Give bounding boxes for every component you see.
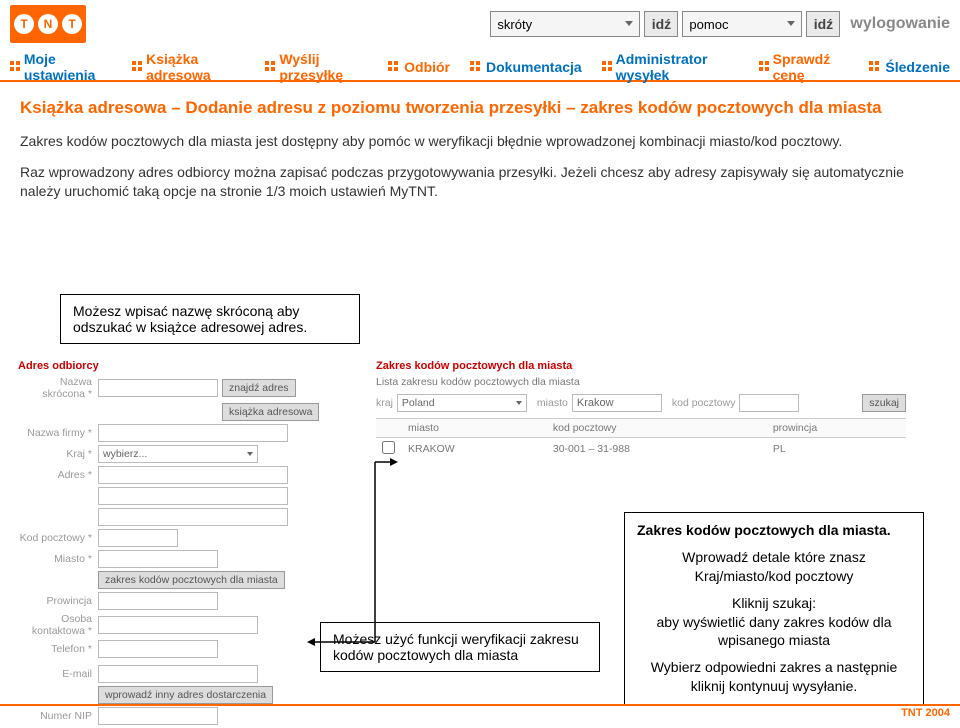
range-section-title: Zakres kodów pocztowych dla miasta: [376, 360, 906, 372]
label-company: Nazwa firmy *: [18, 427, 98, 439]
callout3-line3: aby wyświetlić dany zakres kodów dla wpi…: [637, 613, 911, 651]
col-province: prowincja: [767, 419, 906, 438]
nav-address-book[interactable]: Książka adresowa: [122, 51, 255, 83]
postcode-range-table: miasto kod pocztowy prowincja KRAKOW 30-…: [376, 418, 906, 460]
label-phone: Telefon *: [18, 643, 98, 655]
page-title: Książka adresowa – Dodanie adresu z pozi…: [20, 98, 940, 118]
range-section-sub: Lista zakresu kodów pocztowych dla miast…: [376, 376, 906, 388]
label-city: Miasto *: [18, 553, 98, 565]
label-country: Kraj *: [18, 448, 98, 460]
main-nav: Moje ustawienia Książka adresowa Wyślij …: [0, 54, 960, 82]
label-province: Prowincja: [18, 595, 98, 607]
range-postcode-input[interactable]: [739, 394, 799, 412]
dots-icon: [132, 61, 142, 73]
nav-check-price[interactable]: Sprawdź cenę: [749, 51, 860, 83]
help-select[interactable]: pomoc: [682, 11, 802, 37]
search-button[interactable]: szukaj: [862, 394, 906, 412]
short-name-input[interactable]: [98, 379, 218, 397]
callout3-line2: Kliknij szukaj:: [637, 594, 911, 613]
inline-label-city: miasto: [537, 397, 568, 409]
province-input[interactable]: [98, 592, 218, 610]
inline-label-country: kraj: [376, 397, 393, 409]
row-checkbox[interactable]: [382, 441, 395, 454]
phone-input[interactable]: [98, 640, 218, 658]
table-row[interactable]: KRAKOW 30-001 – 31-988 PL: [376, 438, 906, 461]
contact-input[interactable]: [98, 616, 258, 634]
address-book-button[interactable]: książka adresowa: [222, 403, 319, 421]
range-country-select[interactable]: Poland: [397, 394, 527, 412]
label-contact: Osoba kontaktowa *: [18, 613, 98, 637]
logo-letter: T: [14, 14, 34, 34]
postcode-input[interactable]: [98, 529, 178, 547]
go-button-2[interactable]: idź: [806, 11, 840, 37]
country-select[interactable]: wybierz...: [98, 445, 258, 463]
cell-city: KRAKOW: [402, 438, 547, 461]
range-city-input[interactable]: Krakow: [572, 394, 662, 412]
dots-icon: [470, 61, 482, 73]
callout3-title: Zakres kodów pocztowych dla miasta.: [637, 521, 911, 540]
logout-link[interactable]: wylogowanie: [850, 15, 950, 33]
logo-letter: T: [62, 14, 82, 34]
col-postcode: kod pocztowy: [547, 419, 767, 438]
intro-para-2: Raz wprowadzony adres odbiorcy można zap…: [20, 163, 940, 201]
footer: TNT 2004: [0, 704, 960, 720]
label-address: Adres *: [18, 469, 98, 481]
shortcuts-label: skróty: [497, 17, 532, 32]
nav-admin[interactable]: Administrator wysyłek: [592, 51, 749, 83]
email-input[interactable]: [98, 665, 258, 683]
callout3-line1: Wprowadź detale które znasz Kraj/miasto/…: [637, 548, 911, 586]
label-email: E-mail: [18, 668, 98, 680]
dots-icon: [759, 61, 769, 73]
go-button-1[interactable]: idź: [644, 11, 678, 37]
content-area: Książka adresowa – Dodanie adresu z pozi…: [0, 82, 960, 223]
tnt-logo: T N T: [10, 5, 86, 43]
top-bar: T N T skróty idź pomoc idź wylogowanie: [0, 0, 960, 48]
callout3-line4: Wybierz odpowiedni zakres a następnie kl…: [637, 658, 911, 696]
shortcuts-select[interactable]: skróty: [490, 11, 640, 37]
label-short-name: Nazwa skrócona *: [18, 376, 98, 400]
address-input-2[interactable]: [98, 487, 288, 505]
company-input[interactable]: [98, 424, 288, 442]
city-input[interactable]: [98, 550, 218, 568]
find-address-button[interactable]: znajdź adres: [222, 379, 296, 397]
callout-verify-range: Możesz użyć funkcji weryfikacji zakresu …: [320, 622, 600, 672]
nav-send-shipment[interactable]: Wyślij przesyłkę: [255, 51, 378, 83]
logo-letter: N: [38, 14, 58, 34]
postcode-ranges-button[interactable]: zakres kodów pocztowych dla miasta: [98, 571, 285, 589]
cell-postcode: 30-001 – 31-988: [547, 438, 767, 461]
dots-icon: [10, 61, 20, 73]
inline-label-postcode: kod pocztowy: [672, 397, 736, 409]
col-city: miasto: [402, 419, 547, 438]
cell-province: PL: [767, 438, 906, 461]
nav-tracking[interactable]: Śledzenie: [859, 59, 960, 75]
other-delivery-button[interactable]: wprowadź inny adres dostarczenia: [98, 686, 273, 704]
callout-short-name: Możesz wpisać nazwę skróconą aby odszuka…: [60, 294, 360, 344]
postcode-range-panel: Zakres kodów pocztowych dla miasta Lista…: [376, 360, 906, 460]
dots-icon: [265, 61, 275, 73]
dots-icon: [602, 61, 612, 73]
address-input-1[interactable]: [98, 466, 288, 484]
intro-para-1: Zakres kodów pocztowych dla miasta jest …: [20, 132, 940, 151]
nav-my-settings[interactable]: Moje ustawienia: [0, 51, 122, 83]
arrow-icon: [375, 462, 425, 652]
nav-collection[interactable]: Odbiór: [378, 59, 460, 75]
callout-range-details: Zakres kodów pocztowych dla miasta. Wpro…: [624, 512, 924, 705]
address-input-3[interactable]: [98, 508, 288, 526]
label-postcode: Kod pocztowy *: [18, 532, 98, 544]
nav-documentation[interactable]: Dokumentacja: [460, 59, 592, 75]
help-label: pomoc: [689, 17, 728, 32]
dots-icon: [388, 61, 400, 73]
dots-icon: [869, 61, 881, 73]
